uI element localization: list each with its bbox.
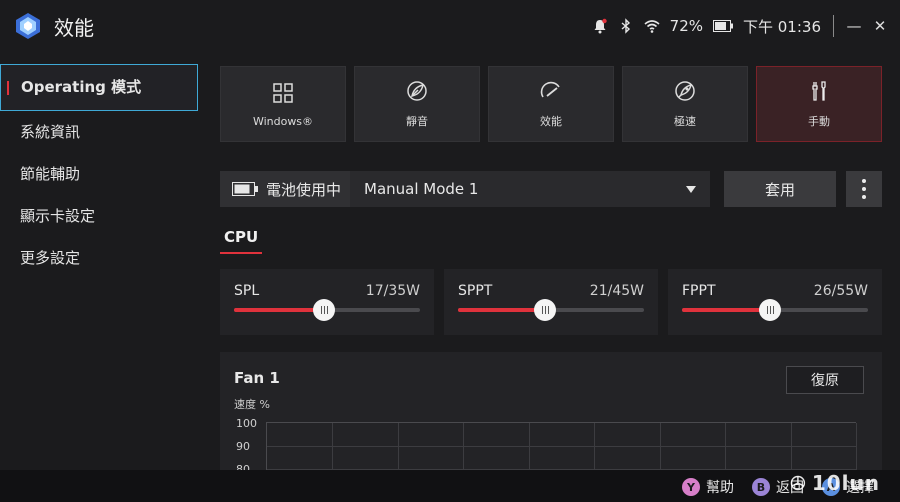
controller-hint-bar: Y 幫助 B 返回 A 選擇 xyxy=(0,470,900,502)
profile-bar: 電池使用中 Manual Mode 1 xyxy=(220,171,710,207)
battery-percent: 72% xyxy=(669,17,703,35)
status-area: 72% 下午 01:36 — ✕ xyxy=(592,14,888,38)
y-tick: 90 xyxy=(236,440,250,453)
b-button-icon: B xyxy=(752,478,770,496)
slider-fill xyxy=(682,308,770,312)
mode-label: Windows® xyxy=(252,114,314,128)
spl-card: SPL 17/35W xyxy=(220,269,434,335)
y-button-icon: Y xyxy=(682,478,700,496)
slider-name: SPL xyxy=(234,283,260,299)
mode-label: 手動 xyxy=(808,115,830,128)
bluetooth-icon[interactable] xyxy=(618,18,634,34)
fan-axis-label: 速度 % xyxy=(234,398,270,411)
slider-readout: 21/45W xyxy=(589,283,644,299)
tab-cpu-underline xyxy=(220,252,262,254)
mode-label: 靜音 xyxy=(406,115,428,128)
sidebar-item-system-info[interactable]: 系統資訊 xyxy=(0,111,198,153)
app-logo-icon xyxy=(16,13,40,39)
slider-handle[interactable] xyxy=(534,299,556,321)
fan-curve-panel: Fan 1 復原 速度 % 100 90 80 xyxy=(220,352,882,483)
spl-slider[interactable] xyxy=(234,299,420,321)
leaf-icon xyxy=(407,81,427,101)
mode-performance-button[interactable]: 效能 xyxy=(488,66,614,142)
fppt-slider[interactable] xyxy=(682,299,868,321)
slider-readout: 26/55W xyxy=(813,283,868,299)
hint-label: 幫助 xyxy=(706,480,734,496)
minimize-icon[interactable]: — xyxy=(846,17,862,35)
hint-help[interactable]: Y 幫助 xyxy=(682,477,734,497)
mode-silent-button[interactable]: 靜音 xyxy=(354,66,480,142)
clock: 下午 01:36 xyxy=(743,17,821,36)
gauge-icon xyxy=(540,81,560,98)
notification-bell-icon[interactable] xyxy=(592,18,608,34)
mode-label: 效能 xyxy=(540,115,562,128)
grid-line xyxy=(267,446,857,447)
watermark-text: 10lun xyxy=(811,471,880,495)
windows-grid-icon xyxy=(273,82,293,103)
kebab-dot xyxy=(862,187,866,191)
slider-fill xyxy=(458,308,545,312)
mode-manual-button[interactable]: 手動 xyxy=(756,66,882,142)
power-source: 電池使用中 xyxy=(220,171,350,207)
top-bar: 效能 72% 下午 01:36 — ✕ xyxy=(0,0,900,52)
slider-handle[interactable] xyxy=(313,299,335,321)
mode-selector: Windows® 靜音 效能 極速 手動 xyxy=(220,66,882,142)
sidebar-item-more-settings[interactable]: 更多設定 xyxy=(0,237,198,279)
profile-dropdown[interactable]: Manual Mode 1 xyxy=(350,180,710,198)
slider-name: FPPT xyxy=(682,283,716,299)
battery-icon xyxy=(232,182,258,196)
fan-title: Fan 1 xyxy=(234,369,280,387)
tab-cpu[interactable]: CPU xyxy=(224,228,258,246)
sidebar-item-gpu-settings[interactable]: 顯示卡設定 xyxy=(0,195,198,237)
profile-selected-value: Manual Mode 1 xyxy=(364,180,479,198)
app-title: 效能 xyxy=(54,16,94,40)
sidebar-item-power-saving[interactable]: 節能輔助 xyxy=(0,153,198,195)
battery-icon xyxy=(713,20,733,32)
kebab-dot xyxy=(862,179,866,183)
more-options-button[interactable] xyxy=(846,171,882,207)
sppt-slider[interactable] xyxy=(458,299,644,321)
divider xyxy=(833,15,834,37)
slider-fill xyxy=(234,308,324,312)
rocket-icon xyxy=(675,81,695,101)
wrench-screwdriver-icon xyxy=(812,81,826,101)
slider-readout: 17/35W xyxy=(365,283,420,299)
watermark: 10lun xyxy=(790,468,880,498)
mode-turbo-button[interactable]: 極速 xyxy=(622,66,748,142)
sppt-card: SPPT 21/45W xyxy=(444,269,658,335)
apply-button[interactable]: 套用 xyxy=(724,171,836,207)
y-tick: 100 xyxy=(236,417,257,430)
slider-handle[interactable] xyxy=(759,299,781,321)
mode-label: 極速 xyxy=(674,115,696,128)
wifi-icon[interactable] xyxy=(644,18,660,34)
kebab-dot xyxy=(862,195,866,199)
slider-name: SPPT xyxy=(458,283,493,299)
sidebar-item-operating-mode[interactable]: Operating 模式 xyxy=(0,64,198,111)
watermark-logo-icon xyxy=(790,475,806,491)
power-source-label: 電池使用中 xyxy=(266,180,342,199)
mode-windows-button[interactable]: Windows® xyxy=(220,66,346,142)
fppt-card: FPPT 26/55W xyxy=(668,269,882,335)
sidebar: Operating 模式 系統資訊 節能輔助 顯示卡設定 更多設定 xyxy=(0,64,198,279)
close-icon[interactable]: ✕ xyxy=(872,17,888,35)
reset-button[interactable]: 復原 xyxy=(786,366,864,394)
caret-down-icon xyxy=(686,185,696,193)
